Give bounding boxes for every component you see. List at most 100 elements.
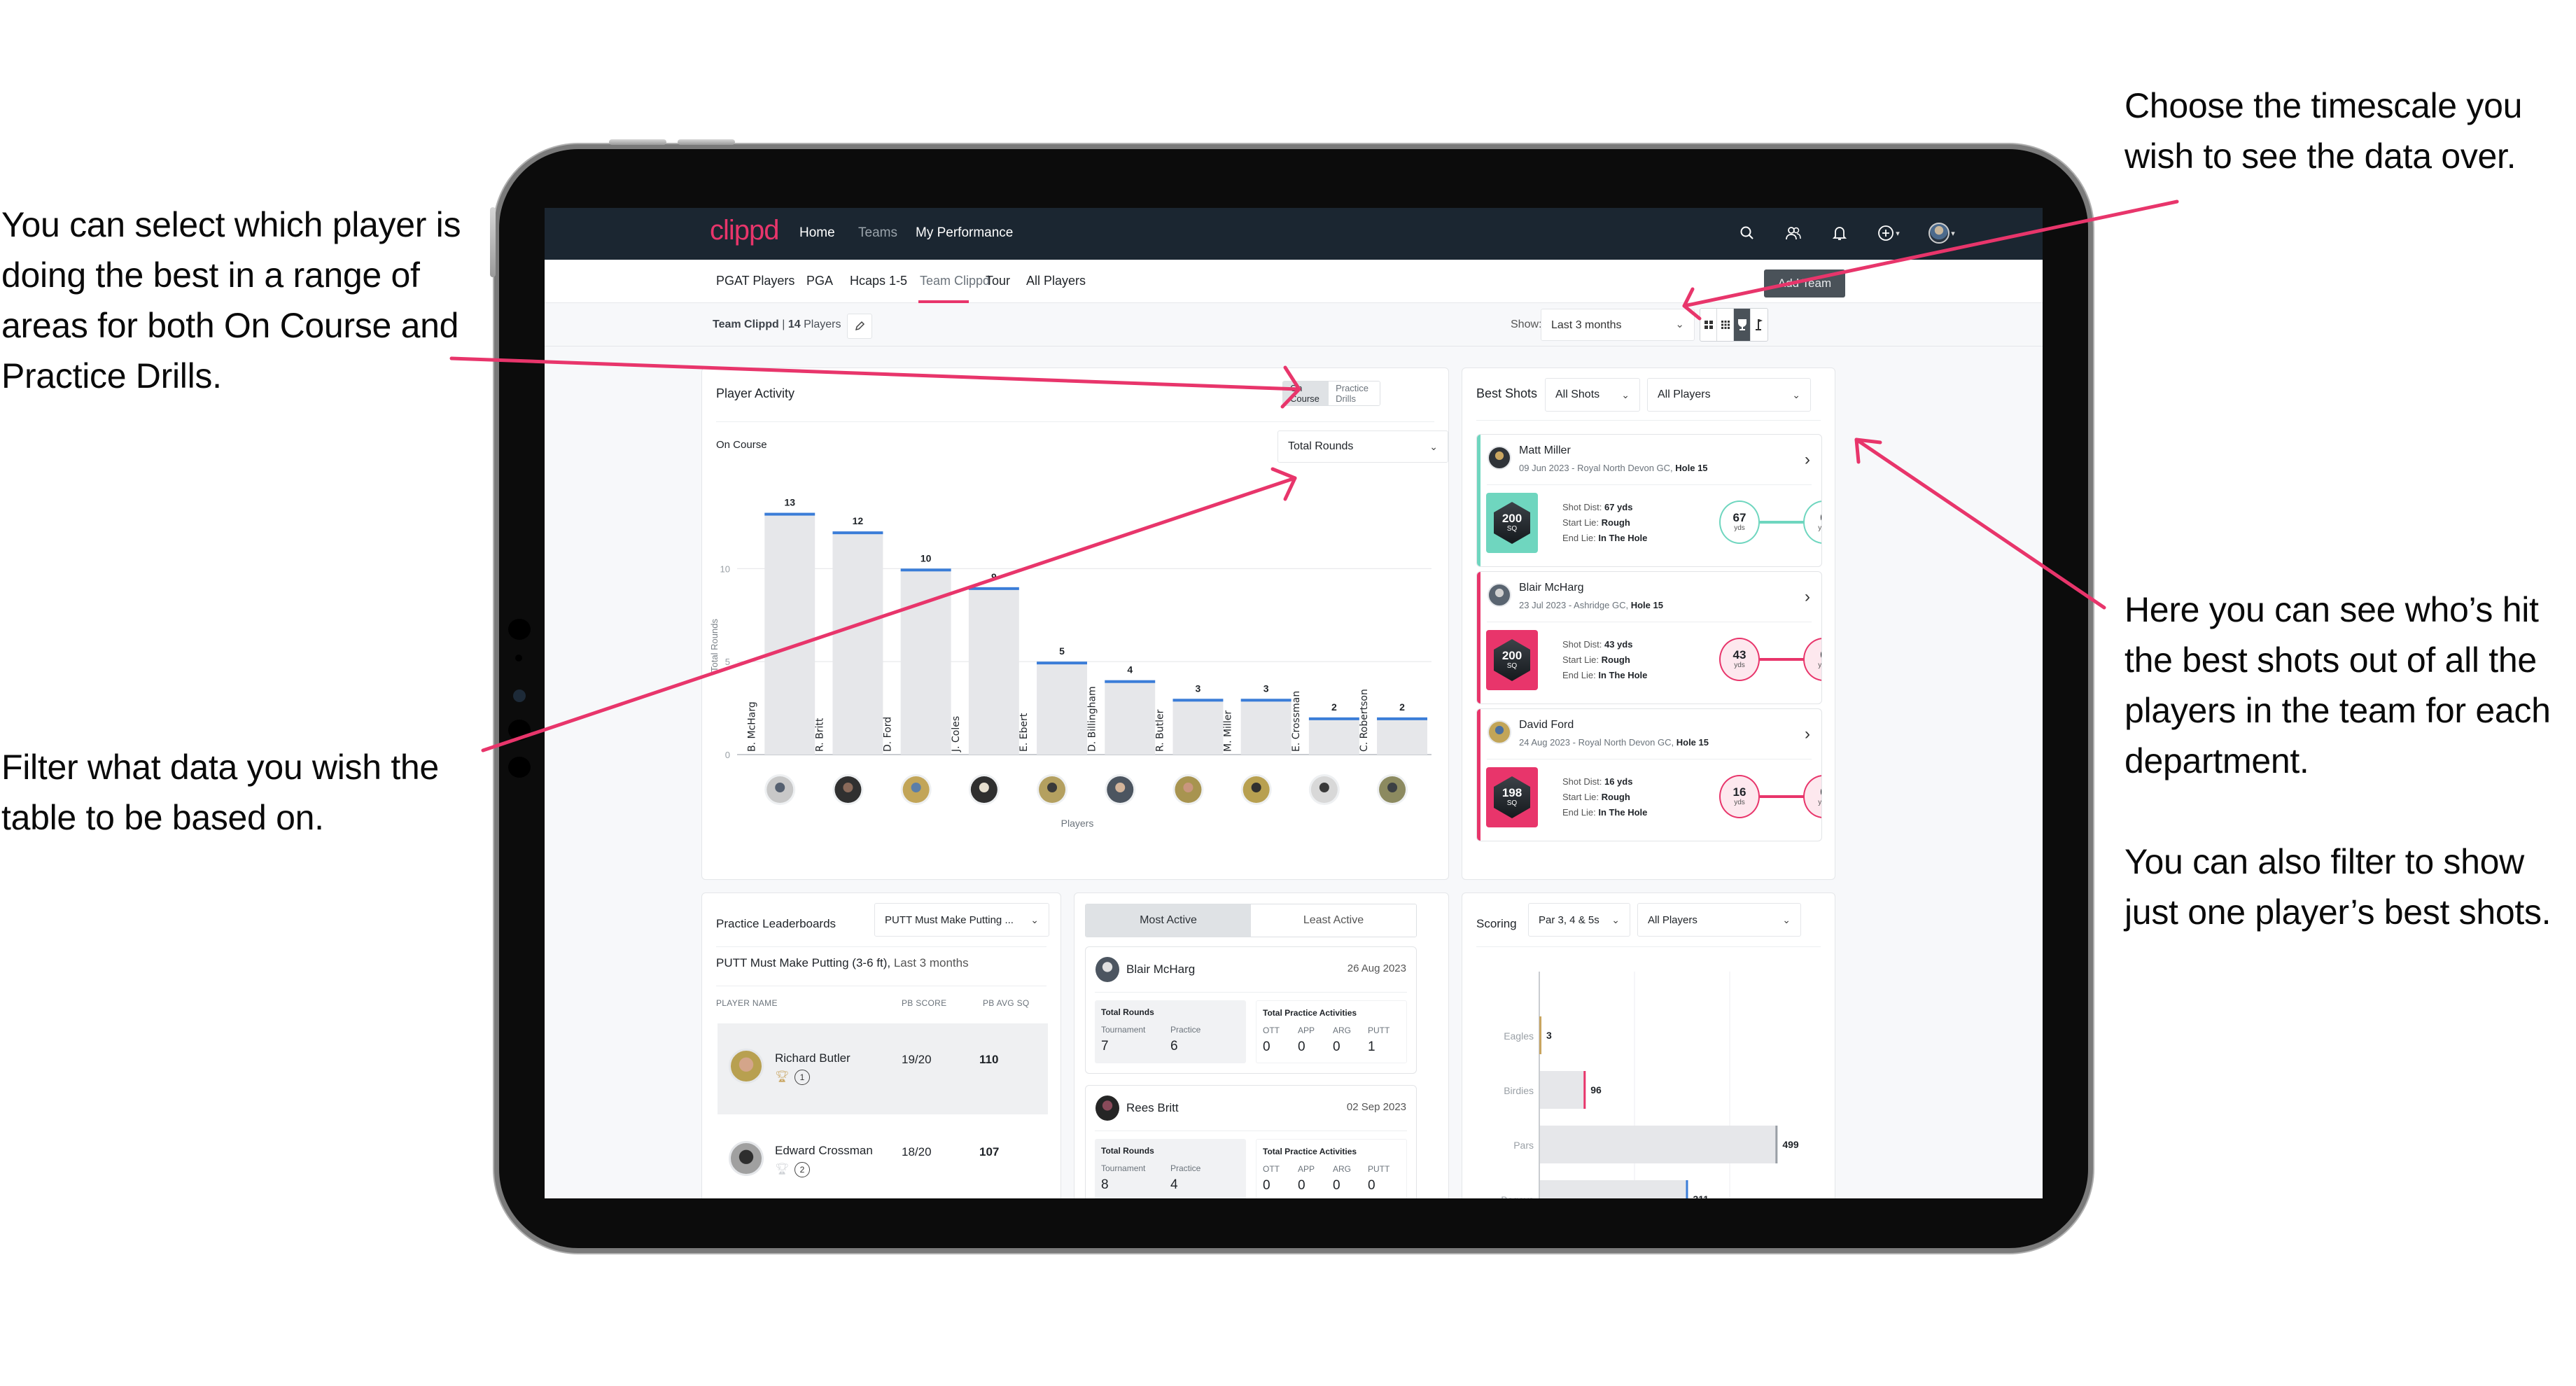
player-avatar[interactable]: [1172, 774, 1204, 805]
x-tick-label: M. Miller: [1223, 710, 1234, 752]
tab-tour[interactable]: Tour: [986, 274, 1010, 288]
tab-all-players[interactable]: All Players: [1026, 274, 1086, 288]
hole-type-select[interactable]: Par 3, 4 & 5s ⌄: [1528, 903, 1630, 937]
edit-team-button[interactable]: [847, 314, 872, 339]
unit: yds: [1734, 799, 1745, 806]
bar[interactable]: [968, 587, 1019, 755]
bar[interactable]: [1240, 699, 1292, 755]
tournament-label: Tournament: [1101, 1025, 1146, 1035]
bar[interactable]: [1540, 1180, 1688, 1198]
total-rounds-title: Total Rounds: [1101, 1007, 1154, 1017]
player-name: Richard Butler: [775, 1051, 850, 1065]
toggle-practice-drills[interactable]: Practice Drills: [1329, 382, 1380, 405]
shot-hole: Hole 15: [1676, 737, 1709, 748]
tournament-value: 7: [1101, 1039, 1109, 1054]
nav-teams[interactable]: Teams: [858, 225, 897, 241]
pb-score: 18/20: [902, 1145, 932, 1158]
chevron-down-icon: ⌄: [1429, 440, 1438, 452]
bell-icon[interactable]: [1827, 220, 1852, 246]
player-avatar[interactable]: [900, 774, 932, 805]
bar[interactable]: [900, 568, 951, 755]
user-menu[interactable]: ▾: [1925, 220, 1959, 246]
toggle-on-course[interactable]: On Course: [1283, 382, 1329, 405]
player-avatar[interactable]: [1105, 774, 1136, 805]
bar[interactable]: [1105, 680, 1156, 755]
bar[interactable]: [1172, 699, 1224, 755]
leaderboard-row[interactable]: Edward Crossman 🏆︎ 2 18/20 107: [718, 1116, 1048, 1198]
bar-value-label: 4: [1127, 664, 1133, 676]
shot-details: Shot Dist: 43 yds Start Lie: Rough End Lie…: [1562, 637, 1647, 683]
best-shots-card: Best Shots All Shots ⌄ All Players ⌄ Mat…: [1462, 368, 1835, 880]
bar[interactable]: [1377, 717, 1427, 755]
add-team-button[interactable]: Add Team: [1764, 270, 1845, 298]
activity-player-card[interactable]: Blair McHarg 26 Aug 2023 Total Rounds Tourn…: [1085, 946, 1417, 1074]
nav-my-performance[interactable]: My Performance: [916, 225, 1013, 241]
view-mode-toggle: [1700, 308, 1768, 342]
team-header: Team Clippd | 14 Players Show: Last 3 mo…: [545, 303, 2043, 346]
chevron-right-icon[interactable]: ›: [1805, 450, 1810, 470]
player-filter-select[interactable]: All Players ⌄: [1647, 378, 1811, 412]
practice-leaderboards-card: Practice Leaderboards PUTT Must Make Put…: [701, 892, 1061, 1198]
player-avatar[interactable]: [764, 774, 796, 805]
pencil-icon: [855, 321, 865, 331]
player-avatar[interactable]: [1377, 774, 1408, 805]
metric-select[interactable]: Total Rounds ⌄: [1278, 430, 1448, 463]
bar[interactable]: [1037, 662, 1087, 755]
bar-value-label: 96: [1590, 1084, 1602, 1096]
flag-icon[interactable]: [1751, 309, 1768, 341]
best-shot-card[interactable]: Blair McHarg 23 Jul 2023 - Ashridge GC, H…: [1476, 571, 1822, 704]
tab-pga[interactable]: PGA: [806, 274, 833, 288]
grid-small-icon[interactable]: [1717, 309, 1734, 341]
column-player-name[interactable]: PLAYER NAME: [716, 998, 778, 1008]
tab-most-active[interactable]: Most Active: [1086, 904, 1251, 937]
player-avatar[interactable]: [1037, 774, 1068, 805]
best-shot-card[interactable]: Matt Miller 09 Jun 2023 - Royal North Dev…: [1476, 434, 1822, 567]
bar-value-label: 311: [1693, 1194, 1709, 1198]
tab-pgat-players[interactable]: PGAT Players: [716, 274, 794, 288]
best-shot-card[interactable]: David Ford 24 Aug 2023 - Royal North Devo…: [1476, 708, 1822, 841]
activity-player-card[interactable]: Rees Britt 02 Sep 2023 Total Rounds Tournam…: [1085, 1085, 1417, 1198]
column-pb-score[interactable]: PB SCORE: [902, 998, 946, 1008]
x-tick-label: E. Crossman: [1291, 691, 1302, 752]
drill-select[interactable]: PUTT Must Make Putting ... ⌄: [874, 903, 1049, 937]
chevron-down-icon: ⌄: [1621, 388, 1630, 400]
clippd-logo[interactable]: clippd: [710, 215, 780, 246]
trophy-icon[interactable]: [1734, 309, 1751, 341]
annotation-filter-data: Filter what data you wish the table to b…: [1, 748, 439, 837]
tab-least-active[interactable]: Least Active: [1251, 904, 1416, 937]
y-category-label: Bogeys: [1501, 1194, 1534, 1198]
player-avatar[interactable]: [1240, 774, 1272, 805]
leaderboard-row[interactable]: Richard Butler 🏆︎ 1 19/20 110: [718, 1023, 1048, 1114]
tab-team-clippd[interactable]: Team Clippd: [920, 274, 990, 288]
chevron-right-icon[interactable]: ›: [1805, 724, 1810, 744]
bar[interactable]: [832, 531, 883, 755]
avatar: [729, 1141, 764, 1176]
people-icon[interactable]: [1781, 220, 1806, 246]
plus-circle-icon[interactable]: ▾: [1873, 220, 1904, 246]
shot-type-select[interactable]: All Shots ⌄: [1545, 378, 1640, 412]
bar[interactable]: [764, 512, 816, 755]
grid-large-icon[interactable]: [1700, 309, 1717, 341]
player-avatar[interactable]: [1308, 774, 1340, 805]
tab-hcaps-1-5[interactable]: Hcaps 1-5: [850, 274, 907, 288]
bar[interactable]: [1540, 1126, 1778, 1163]
start-distance: 43: [1732, 648, 1746, 662]
bar[interactable]: [1308, 717, 1359, 755]
chevron-right-icon[interactable]: ›: [1805, 587, 1810, 607]
end-lie: End Lie: In The Hole: [1562, 670, 1648, 680]
tournament-label: Tournament: [1101, 1163, 1146, 1173]
y-category-label: Pars: [1513, 1140, 1534, 1151]
end-distance-circle: 0yds: [1803, 638, 1821, 681]
player-avatar[interactable]: [832, 774, 864, 805]
timescale-select[interactable]: Last 3 months ⌄: [1541, 309, 1695, 341]
column-pb-avg-sq[interactable]: PB AVG SQ: [983, 998, 1030, 1008]
search-icon[interactable]: [1735, 220, 1760, 246]
player-avatar[interactable]: [968, 774, 1000, 805]
avatar: [1096, 1096, 1119, 1121]
bar[interactable]: [1540, 1071, 1586, 1109]
nav-home[interactable]: Home: [799, 225, 835, 241]
sq-badge: 198 SQ: [1486, 767, 1538, 827]
start-distance-circle: 43 yds: [1719, 638, 1760, 681]
divider: [1487, 759, 1812, 760]
scoring-player-select[interactable]: All Players ⌄: [1637, 903, 1801, 937]
